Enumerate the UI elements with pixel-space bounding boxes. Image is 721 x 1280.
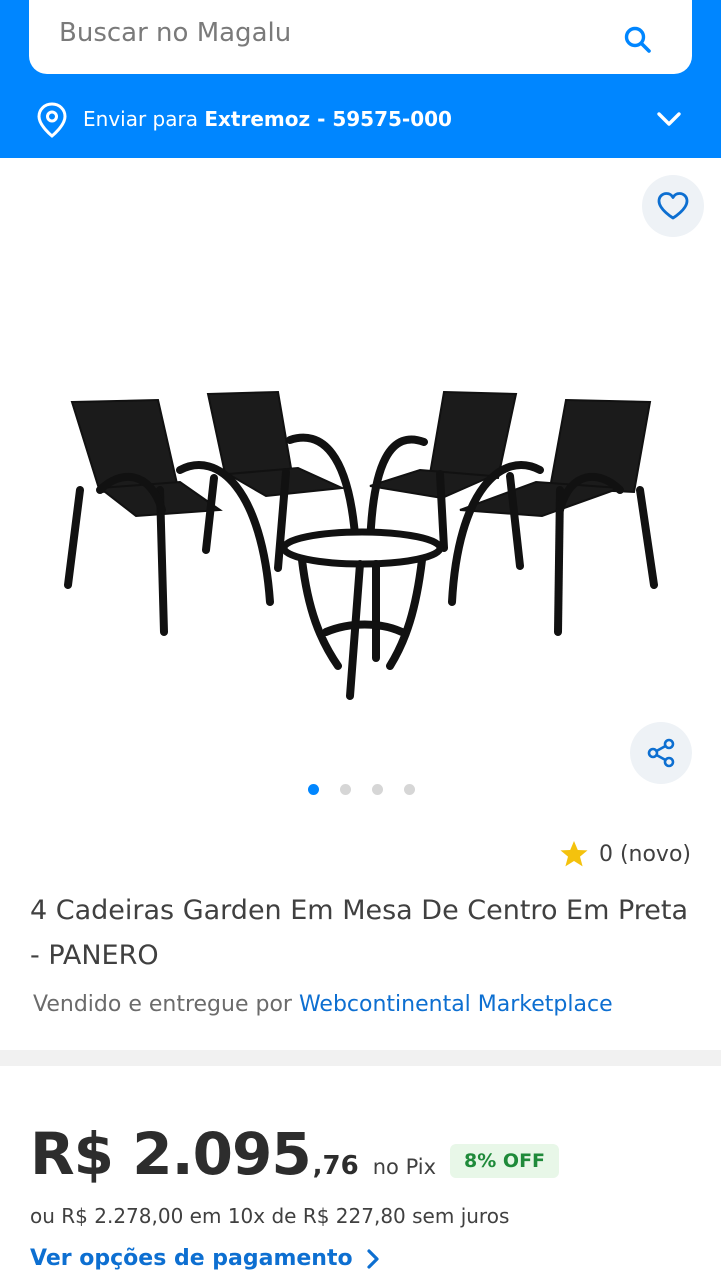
product-image[interactable] [40, 370, 680, 720]
payment-options-link[interactable]: Ver opções de pagamento [30, 1246, 381, 1271]
carousel-dot[interactable] [404, 784, 415, 795]
seller-link[interactable]: Webcontinental Marketplace [299, 992, 613, 1017]
price-row: R$ 2.095 ,76 no Pix 8% OFF [30, 1120, 560, 1190]
product-title: 4 Cadeiras Garden Em Mesa De Centro Em P… [30, 895, 689, 971]
price-cents: ,76 [312, 1151, 359, 1181]
search-icon[interactable] [622, 24, 654, 56]
section-divider [0, 1050, 721, 1066]
rating-text: 0 (novo) [598, 841, 691, 867]
star-icon [560, 841, 588, 867]
shipping-location: Extremoz - 59575-000 [204, 107, 452, 131]
price-method: no Pix [372, 1155, 437, 1179]
chevron-down-icon[interactable] [655, 108, 683, 130]
price-main: R$ 2.095 [30, 1120, 312, 1188]
search-input[interactable]: Buscar no Magalu [29, 0, 692, 74]
share-button[interactable] [630, 722, 692, 784]
chevron-right-icon [367, 1248, 379, 1269]
heart-icon [657, 192, 689, 220]
carousel-indicator [308, 784, 418, 796]
favorite-button[interactable] [642, 175, 704, 237]
payment-options-label: Ver opções de pagamento [30, 1246, 353, 1271]
header: Buscar no Magalu Enviar para Extremoz - … [0, 0, 721, 158]
seller-info: Vendido e entregue por Webcontinental Ma… [33, 992, 713, 1017]
carousel-dot[interactable] [372, 784, 383, 795]
rating[interactable]: 0 (novo) [559, 838, 691, 870]
shipping-prefix: Enviar para [83, 107, 198, 131]
installments-text: ou R$ 2.278,00 em 10x de R$ 227,80 sem j… [30, 1204, 510, 1228]
shipping-text: Enviar para Extremoz - 59575-000 [83, 107, 452, 131]
carousel-dot[interactable] [340, 784, 351, 795]
search-placeholder: Buscar no Magalu [59, 18, 292, 48]
share-icon [647, 738, 675, 768]
seller-prefix: Vendido e entregue por [33, 992, 292, 1017]
shipping-location-selector[interactable]: Enviar para Extremoz - 59575-000 [0, 96, 721, 144]
location-pin-icon [37, 102, 67, 138]
discount-badge: 8% OFF [450, 1144, 560, 1178]
carousel-dot-active[interactable] [308, 784, 319, 795]
